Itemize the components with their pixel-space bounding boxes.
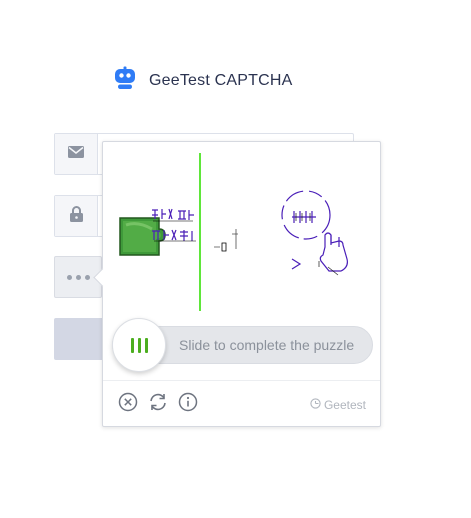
geetest-logo-icon (310, 398, 321, 412)
page-title: GeeTest CAPTCHA (149, 71, 293, 89)
close-circle-icon (118, 392, 138, 417)
login-page: GeeTest CAPTCHA Slide to complete the pu… (0, 0, 471, 518)
robot-icon (113, 66, 137, 95)
provider-label: Geetest (323, 398, 366, 412)
close-button[interactable] (117, 392, 139, 417)
popup-divider (103, 380, 380, 381)
mail-icon (68, 145, 84, 163)
geetest-link[interactable]: Geetest (310, 398, 366, 412)
puzzle-image (114, 151, 372, 311)
captcha-footer-controls (117, 392, 199, 417)
lock-icon (69, 205, 83, 227)
refresh-icon (147, 391, 169, 418)
info-button[interactable] (177, 392, 199, 417)
brand-header: GeeTest CAPTCHA (113, 66, 292, 95)
email-field-prefix (55, 134, 98, 174)
grip-bars-icon (130, 337, 148, 353)
info-icon (178, 392, 198, 417)
ellipsis-icon (66, 274, 90, 280)
slider-handle[interactable] (112, 318, 166, 372)
slider-hint: Slide to complete the puzzle (179, 337, 355, 353)
password-field-prefix (55, 196, 98, 236)
refresh-button[interactable] (147, 393, 169, 415)
captcha-popup: Slide to complete the puzzle Geetest (93, 141, 381, 427)
